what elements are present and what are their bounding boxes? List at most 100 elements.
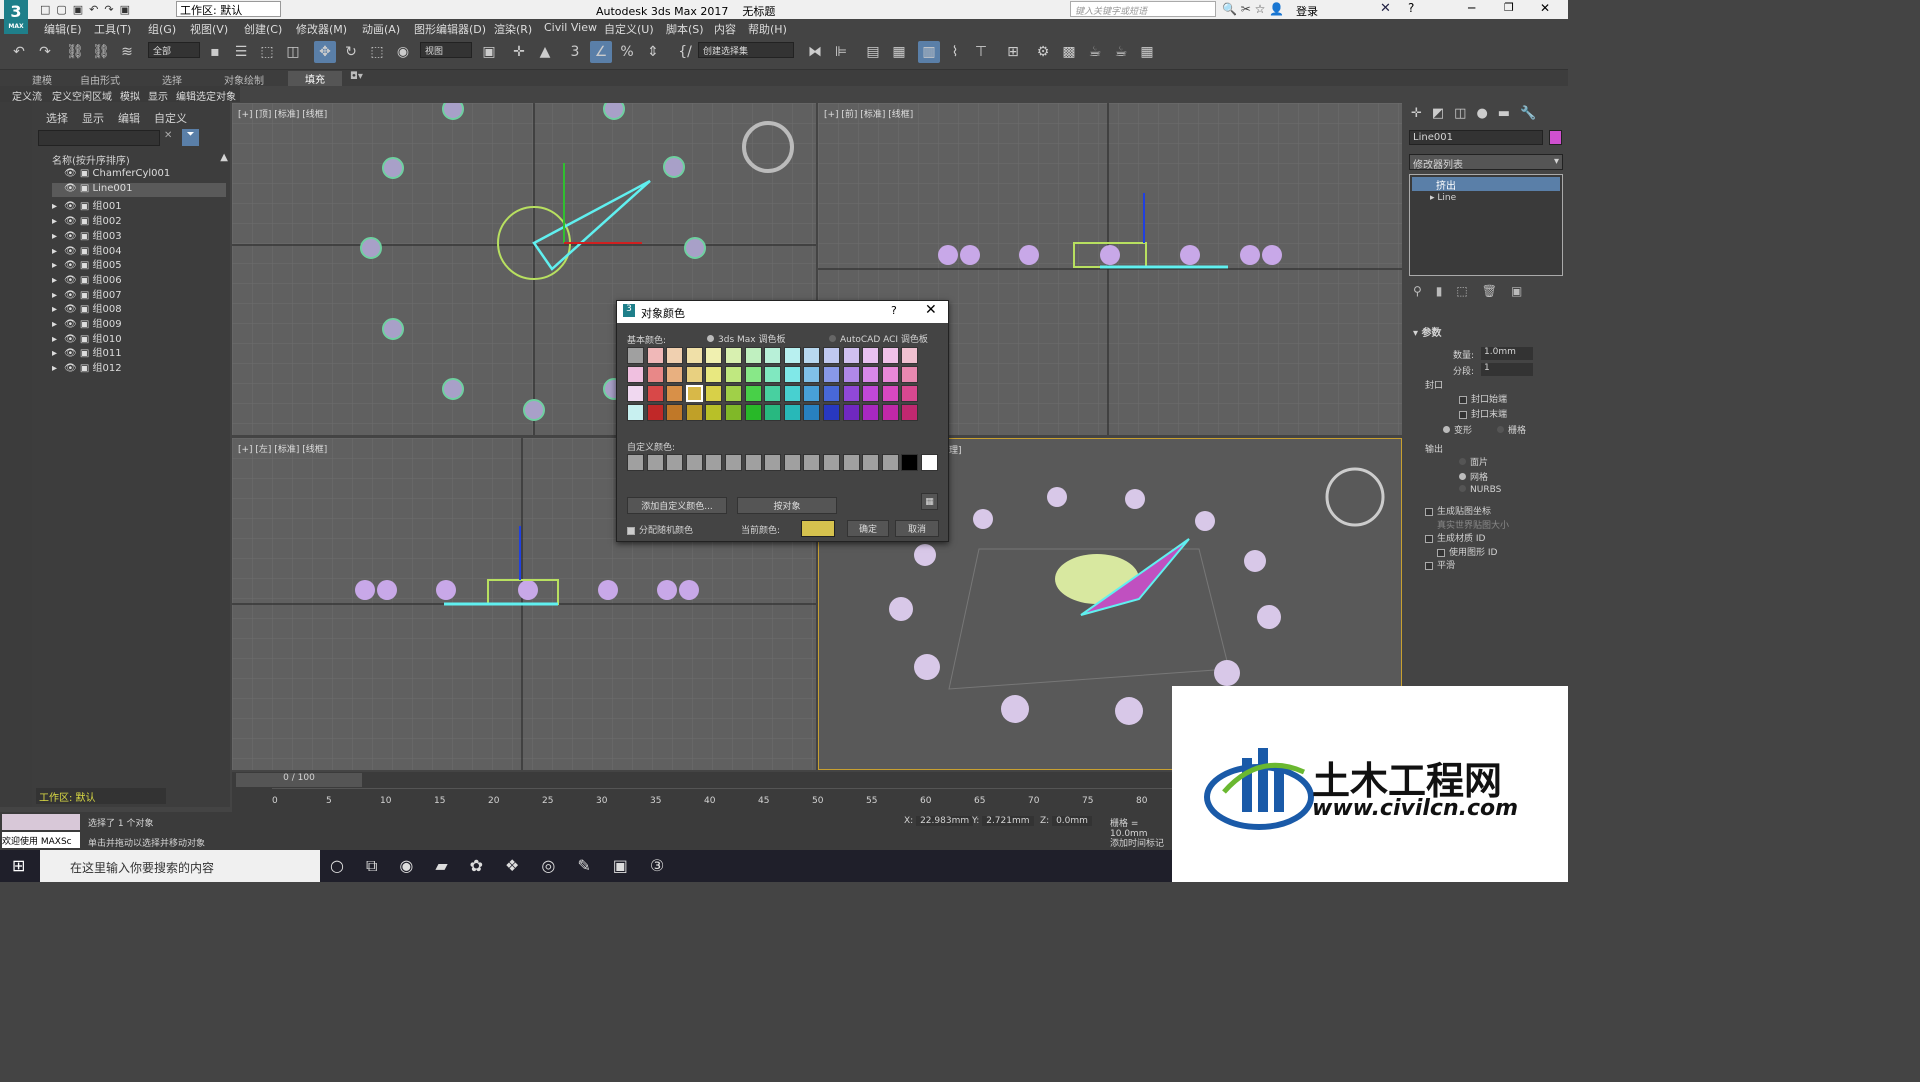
viewport-label-front[interactable]: [+] [前] [标准] [线框] [824, 107, 913, 120]
patch-radio[interactable]: 面片 [1459, 455, 1488, 468]
cap-end-checkbox[interactable]: 封口末端 [1459, 407, 1507, 420]
menu-graph-editors[interactable]: 图形编辑器(D) [414, 21, 486, 37]
toggle-ribbon-icon[interactable]: ▦ [888, 41, 910, 63]
scene-item[interactable]: ▸ 👁 ▣ 组005 [52, 256, 226, 271]
scene-item[interactable]: ▸ 👁 ▣ 组008 [52, 300, 226, 315]
scene-item[interactable]: ▸ 👁 ▣ 组003 [52, 227, 226, 242]
cancel-button[interactable]: 取消 [895, 520, 939, 537]
menu-views[interactable]: 视图(V) [190, 21, 228, 37]
menu-rendering[interactable]: 渲染(R) [494, 21, 532, 37]
menu-help[interactable]: 帮助(H) [748, 21, 787, 37]
color-swatch[interactable] [666, 366, 684, 383]
ribbon-simulate[interactable]: 模拟 [120, 88, 140, 103]
dialog-close-button[interactable]: ✕ [925, 302, 937, 318]
color-swatch[interactable] [705, 366, 723, 383]
visibility-eye-icon[interactable]: 👁 [64, 183, 77, 194]
add-custom-color-button[interactable]: 添加自定义颜色... [627, 497, 727, 514]
custom-color-swatch[interactable] [901, 454, 919, 471]
color-swatch[interactable] [842, 404, 860, 421]
taskbar-search[interactable]: 在这里输入你要搜索的内容 [40, 850, 320, 882]
scene-item[interactable]: ▸ 👁 ▣ 组004 [52, 242, 226, 257]
color-swatch[interactable] [627, 347, 644, 364]
custom-color-swatch[interactable] [842, 454, 860, 471]
maximize-button[interactable]: ❐ [1504, 1, 1514, 14]
command-panel-tabs[interactable]: ✛◩◫●▬🔧 [1411, 106, 1546, 121]
align-icon[interactable]: ⊫ [830, 41, 852, 63]
layer-explorer-icon[interactable]: ▤ [862, 41, 884, 63]
scene-menu-display[interactable]: 显示 [82, 110, 104, 126]
z-coord[interactable]: Z: 0.0mm [1040, 816, 1092, 826]
menu-create[interactable]: 创建(C) [244, 21, 282, 37]
windows-start-icon[interactable]: ⊞ [12, 856, 25, 875]
menu-customize[interactable]: 自定义(U) [604, 21, 654, 37]
color-swatch[interactable] [666, 404, 684, 421]
color-swatch[interactable] [803, 347, 821, 364]
color-swatch[interactable] [783, 404, 801, 421]
spinner-snap-icon[interactable]: ⇕ [642, 41, 664, 63]
schematic-view-icon[interactable]: ⊤ [970, 41, 992, 63]
color-swatch[interactable] [744, 404, 762, 421]
scene-item[interactable]: ▸ 👁 ▣ 组001 [52, 197, 226, 212]
y-coord[interactable]: Y: 2.721mm [972, 816, 1034, 826]
scene-item[interactable]: ▸ 👁 ▣ 组012 [52, 359, 226, 374]
color-swatch[interactable] [646, 404, 664, 421]
a360-icon[interactable]: ▦ [1136, 41, 1158, 63]
color-picker-icon[interactable]: ▦ [921, 493, 938, 510]
palette-max-radio[interactable]: 3ds Max 调色板 [707, 332, 785, 345]
scene-item[interactable]: 👁 ▣ ChamferCyl001 [52, 168, 226, 182]
color-swatch[interactable] [881, 385, 899, 402]
custom-color-swatch[interactable] [685, 454, 703, 471]
color-swatch[interactable] [744, 347, 762, 364]
scene-item[interactable]: ▸ 👁 ▣ 组007 [52, 286, 226, 301]
select-by-name-icon[interactable]: ☰ [230, 41, 252, 63]
curve-editor-icon[interactable]: ⌇ [944, 41, 966, 63]
color-swatch[interactable] [685, 385, 703, 402]
filter-icon[interactable]: ⏷ [182, 129, 199, 146]
rotate-icon[interactable]: ↻ [340, 41, 362, 63]
color-swatch[interactable] [685, 347, 703, 364]
login-button[interactable]: 登录 [1296, 3, 1318, 19]
bind-spacewarp-icon[interactable]: ≋ [116, 41, 138, 63]
viewport-label-top[interactable]: [+] [顶] [标准] [线框] [238, 107, 327, 120]
percent-snap-icon[interactable]: % [616, 41, 638, 63]
ribbon-tab-populate[interactable]: 填充 [288, 71, 342, 86]
visibility-eye-icon[interactable]: 👁 [64, 290, 77, 301]
menu-content[interactable]: 内容 [714, 21, 736, 37]
ribbon-edit-selected[interactable]: 编辑选定对象 [176, 88, 236, 103]
menu-civil-view[interactable]: Civil View [544, 21, 597, 34]
workspace-selector[interactable]: 工作区: 默认 [36, 788, 166, 804]
object-name-input[interactable]: Line001 [1409, 130, 1543, 145]
custom-color-swatch[interactable] [705, 454, 723, 471]
scene-header[interactable]: 名称(按升序排序) ▲ [52, 152, 228, 167]
scene-search-input[interactable] [38, 130, 160, 146]
place-icon[interactable]: ◉ [392, 41, 414, 63]
current-color-swatch[interactable] [801, 520, 835, 537]
stack-tool-icons[interactable]: ⚲▮⬚🗑▣ [1413, 284, 1536, 298]
segments-spinner[interactable]: 1 [1481, 363, 1533, 376]
color-swatch[interactable] [862, 366, 880, 383]
color-swatch[interactable] [881, 347, 899, 364]
color-swatch[interactable] [823, 404, 840, 421]
color-swatch[interactable] [862, 404, 880, 421]
custom-color-swatch[interactable] [627, 454, 644, 471]
scene-explorer-icon[interactable]: ▥ [918, 41, 940, 63]
rendered-frame-icon[interactable]: ▩ [1058, 41, 1080, 63]
custom-color-swatch[interactable] [725, 454, 742, 471]
cap-start-checkbox[interactable]: 封口始端 [1459, 392, 1507, 405]
morph-radio[interactable]: 变形 [1443, 423, 1472, 436]
custom-color-swatch[interactable] [646, 454, 664, 471]
color-swatch[interactable] [803, 366, 821, 383]
ribbon-tab-selection[interactable]: 选择 [162, 72, 182, 87]
color-swatch[interactable] [823, 347, 840, 364]
workspace-dropdown[interactable]: 工作区: 默认 [176, 1, 281, 17]
ribbon-define-idle[interactable]: 定义空闲区域 [52, 88, 112, 103]
x-coord[interactable]: X: 22.983mm [904, 816, 974, 826]
time-slider[interactable]: 0 / 100 [236, 773, 362, 787]
minimize-button[interactable]: ─ [1468, 1, 1475, 15]
color-swatch[interactable] [842, 347, 860, 364]
ribbon-tab-freeform[interactable]: 自由形式 [80, 72, 120, 87]
color-swatch[interactable] [627, 385, 644, 402]
color-swatch[interactable] [842, 366, 860, 383]
color-swatch[interactable] [764, 366, 782, 383]
ribbon-define-flows[interactable]: 定义流 [12, 88, 42, 103]
